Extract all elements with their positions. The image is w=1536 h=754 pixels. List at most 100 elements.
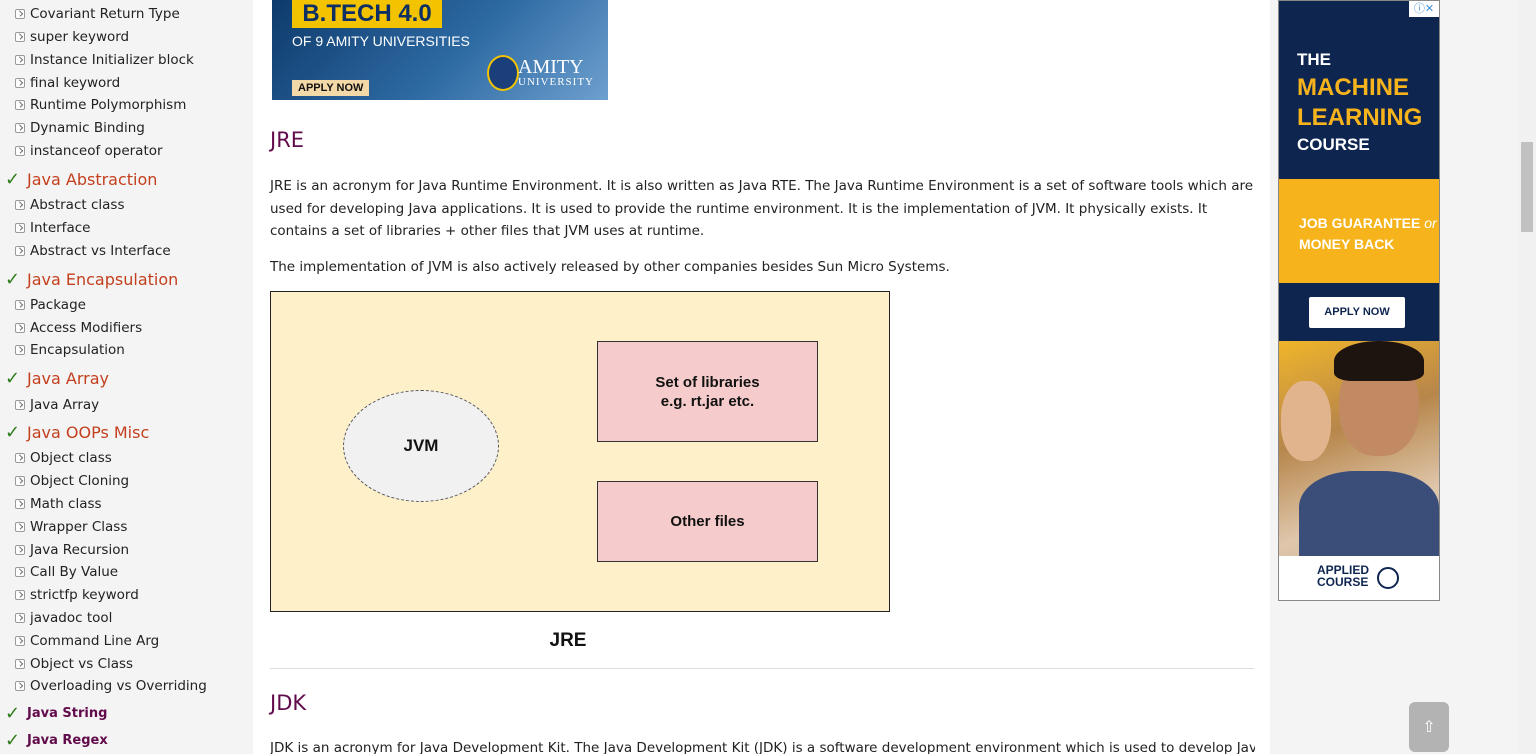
sidebar-item[interactable]: javadoc tool: [15, 610, 112, 626]
ad-money-back: MONEY BACK: [1299, 236, 1395, 252]
scroll-to-top-button[interactable]: ⇧: [1409, 702, 1449, 752]
sidebar-label: Java Abstraction: [27, 170, 158, 189]
sidebar-item[interactable]: Access Modifiers: [15, 320, 142, 336]
expand-icon: [15, 345, 25, 355]
sidebar-item[interactable]: instanceof operator: [15, 143, 163, 159]
check-icon: ✓: [5, 169, 21, 190]
sidebar-label: Runtime Polymorphism: [30, 97, 187, 113]
sidebar-label: Command Line Arg: [30, 633, 160, 649]
sidebar-label: Java Encapsulation: [27, 270, 179, 289]
ad-banner[interactable]: B.TECH 4.0 OF 9 AMITY UNIVERSITIES APPLY…: [272, 0, 608, 100]
expand-icon: [15, 567, 25, 577]
sidebar-item[interactable]: Interface: [15, 220, 90, 236]
sidebar-item[interactable]: Object vs Class: [15, 656, 133, 672]
sidebar-item[interactable]: Covariant Return Type: [15, 6, 180, 22]
expand-icon: [15, 590, 25, 600]
divider: [270, 668, 1254, 669]
expand-icon: [15, 545, 25, 555]
sidebar-section-heading[interactable]: ✓ Java Abstraction: [5, 169, 157, 190]
sidebar-label: Java String: [27, 706, 108, 721]
expand-icon: [15, 200, 25, 210]
sidebar-label: Object Cloning: [30, 473, 130, 489]
sidebar-label: Encapsulation: [30, 342, 125, 358]
ad-brand: APPLIED COURSE: [1317, 564, 1369, 588]
sidebar-label: Java Regex: [27, 733, 108, 748]
sidebar-item[interactable]: Command Line Arg: [15, 633, 159, 649]
sidebar-label: Call By Value: [30, 564, 119, 580]
sidebar-section-heading[interactable]: ✓ Java Regex: [5, 730, 108, 751]
expand-icon: [15, 323, 25, 333]
sidebar-item[interactable]: super keyword: [15, 29, 129, 45]
sidebar-label: final keyword: [30, 75, 121, 91]
expand-icon: [15, 681, 25, 691]
sidebar-label: Math class: [30, 496, 102, 512]
sidebar-item[interactable]: Java Array: [15, 397, 99, 413]
expand-icon: [15, 636, 25, 646]
expand-icon: [15, 78, 25, 88]
sidebar-item[interactable]: Runtime Polymorphism: [15, 97, 186, 113]
sidebar-section-heading[interactable]: ✓ Java String: [5, 703, 107, 724]
sidebar-item[interactable]: Object class: [15, 450, 112, 466]
sidebar-label: Dynamic Binding: [30, 120, 145, 136]
ad-photo-shirt: [1299, 471, 1439, 561]
ad-close-icon[interactable]: ⓘ✕: [1409, 1, 1439, 17]
sidebar-label: strictfp keyword: [30, 587, 139, 603]
sidebar-item[interactable]: Abstract class: [15, 197, 124, 213]
sidebar-item[interactable]: strictfp keyword: [15, 587, 139, 603]
expand-icon: [15, 659, 25, 669]
sidebar-label: javadoc tool: [30, 610, 113, 626]
sidebar-label: Instance Initializer block: [30, 52, 194, 68]
expand-icon: [15, 499, 25, 509]
expand-icon: [15, 223, 25, 233]
sidebar-item[interactable]: Encapsulation: [15, 342, 125, 358]
sidebar-item[interactable]: Overloading vs Overriding: [15, 678, 207, 694]
sidebar-item[interactable]: Package: [15, 297, 86, 313]
sidebar-label: Overloading vs Overriding: [30, 678, 207, 694]
jdk-heading: JDK: [270, 691, 307, 715]
side-ad[interactable]: ⓘ✕ THE MACHINE LEARNING COURSE JOB GUARA…: [1278, 0, 1440, 601]
expand-icon: [15, 300, 25, 310]
sidebar-item[interactable]: Instance Initializer block: [15, 52, 194, 68]
sidebar-label: Java Array: [30, 397, 100, 413]
sidebar-label: instanceof operator: [30, 143, 163, 159]
sidebar-item[interactable]: Java Recursion: [15, 542, 129, 558]
libraries-line-1: Set of libraries: [655, 373, 760, 391]
sidebar-label: Access Modifiers: [30, 320, 143, 336]
sidebar-item[interactable]: final keyword: [15, 75, 120, 91]
sidebar-item[interactable]: Object Cloning: [15, 473, 129, 489]
sidebar-section-heading[interactable]: ✓ Java Array: [5, 368, 109, 389]
ad-course-2: COURSE: [1317, 575, 1369, 589]
sidebar-section-heading[interactable]: ✓ Java OOPs Misc: [5, 422, 149, 443]
sidebar-item[interactable]: Call By Value: [15, 564, 118, 580]
expand-icon: [15, 55, 25, 65]
expand-icon: [15, 100, 25, 110]
sidebar-label: Abstract vs Interface: [30, 243, 171, 259]
jdk-paragraph-1: JDK is an acronym for Java Development K…: [270, 740, 1255, 754]
expand-icon: [15, 476, 25, 486]
sidebar-item[interactable]: Math class: [15, 496, 102, 512]
jre-diagram: JVM Set of libraries e.g. rt.jar etc. Ot…: [270, 291, 890, 612]
sidebar-label: Interface: [30, 220, 91, 236]
sidebar-label: Wrapper Class: [30, 519, 128, 535]
banner-subline: OF 9 AMITY UNIVERSITIES: [292, 33, 470, 49]
ad-learning: LEARNING: [1297, 104, 1423, 131]
sidebar-label: Package: [30, 297, 86, 313]
sidebar-label: Covariant Return Type: [30, 6, 180, 22]
sidebar-item[interactable]: Dynamic Binding: [15, 120, 145, 136]
sidebar-label: Object class: [30, 450, 112, 466]
sidebar-item[interactable]: Abstract vs Interface: [15, 243, 171, 259]
sidebar-section-heading[interactable]: ✓ Java Encapsulation: [5, 269, 178, 290]
amity-logo-icon: [487, 55, 519, 91]
diagram-caption: JRE: [549, 630, 587, 651]
ad-apply-button[interactable]: APPLY NOW: [1309, 297, 1405, 328]
sidebar-item[interactable]: Wrapper Class: [15, 519, 127, 535]
page-scrollbar-track[interactable]: [1518, 0, 1536, 754]
expand-icon: [15, 613, 25, 623]
expand-icon: [15, 32, 25, 42]
ad-or: or: [1424, 215, 1437, 231]
ad-the: THE: [1297, 50, 1331, 69]
banner-apply-button[interactable]: APPLY NOW: [292, 80, 370, 96]
banner-brand-sub: UNIVERSITY: [518, 76, 594, 88]
expand-icon: [15, 400, 25, 410]
page-scrollbar-thumb[interactable]: [1521, 142, 1533, 232]
